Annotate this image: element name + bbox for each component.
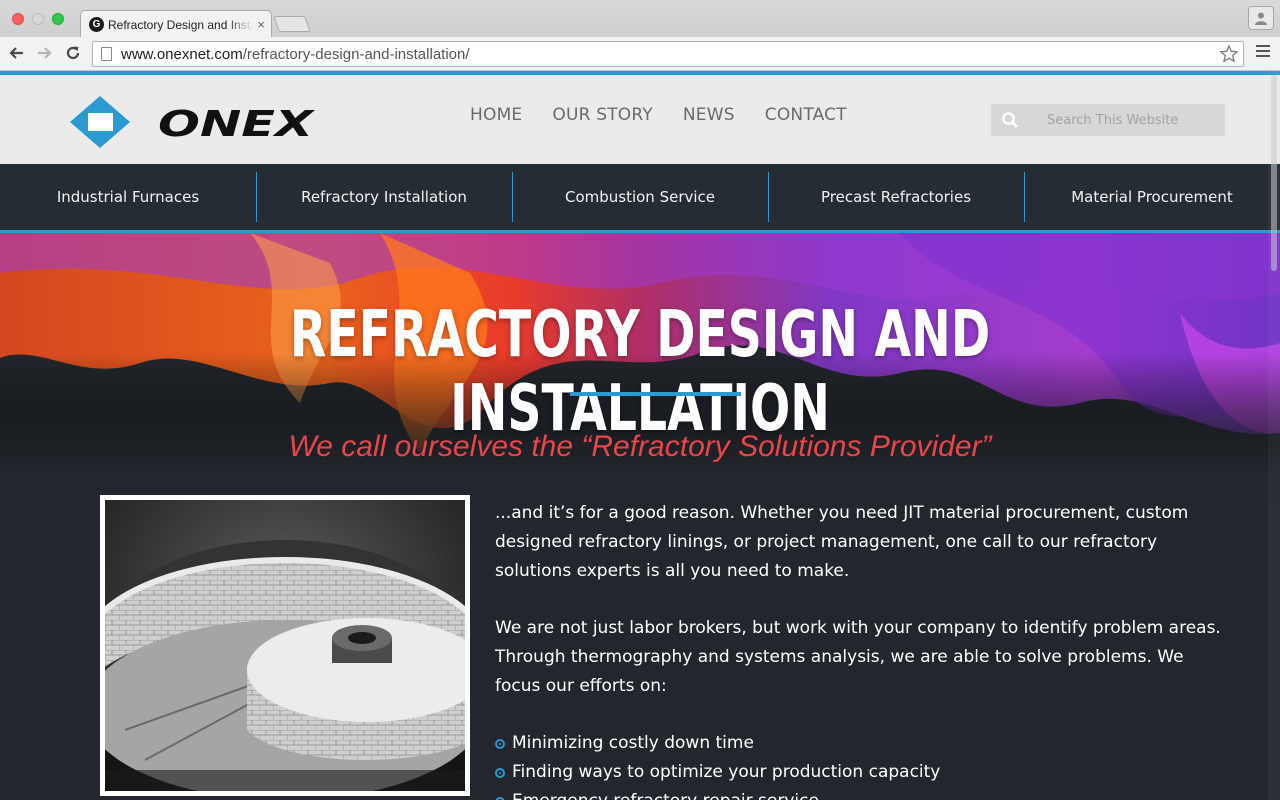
arrow-left-icon [9,47,23,59]
back-button[interactable] [6,42,28,64]
nav-contact[interactable]: CONTACT [765,105,847,125]
nav-our-story[interactable]: OUR STORY [552,105,653,125]
list-item: Finding ways to optimize your production… [495,758,1225,787]
url-host: www.onexnet.com [121,45,243,63]
browser-tab-strip: G Refractory Design and Installation × [0,0,1280,38]
approach-paragraph: We are not just labor brokers, but work … [495,618,1221,696]
bullet-icon [495,738,505,749]
service-combustion-service[interactable]: Combustion Service [512,164,768,230]
list-item-text: Finding ways to optimize your production… [512,762,941,782]
bullet-icon [495,767,505,778]
page-scrollbar[interactable] [1268,71,1280,800]
search-input[interactable] [1029,104,1219,136]
new-tab-button[interactable] [273,16,311,32]
window-zoom-button[interactable] [52,13,64,25]
svg-text:ONEX: ONEX [158,104,316,145]
site-search [991,104,1225,136]
service-refractory-installation[interactable]: Refractory Installation [256,164,512,230]
page-icon [101,47,112,61]
list-item-text: Minimizing costly down time [512,733,754,753]
list-item: Minimizing costly down time [495,729,1225,758]
site-favicon-icon: G [89,17,104,32]
arrow-right-icon [38,47,52,59]
tab-title: Refractory Design and Installation [108,17,253,32]
nav-home[interactable]: HOME [470,105,522,125]
intro-paragraph: ...and it’s for a good reason. Whether y… [495,503,1189,581]
search-icon[interactable] [991,111,1029,129]
web-page: ONEX HOME OUR STORY NEWS CONTACT Industr… [0,71,1280,800]
page-title: REFRACTORY DESIGN AND INSTALLATION [289,298,991,446]
main-nav: HOME OUR STORY NEWS CONTACT [470,105,847,125]
focus-list: Minimizing costly down time Finding ways… [495,729,1225,800]
forward-button[interactable] [33,42,55,64]
scrollbar-thumb[interactable] [1271,75,1277,271]
service-precast-refractories[interactable]: Precast Refractories [768,164,1024,230]
service-nav: Industrial Furnaces Refractory Installat… [0,164,1280,230]
hero-section: REFRACTORY DESIGN AND INSTALLATION We ca… [0,233,1280,800]
service-material-procurement[interactable]: Material Procurement [1024,164,1280,230]
site-header: ONEX HOME OUR STORY NEWS CONTACT [0,75,1280,164]
furnace-photo [105,500,465,791]
reload-button[interactable] [62,42,84,64]
bookmark-star-icon[interactable] [1219,44,1239,64]
reload-icon [66,46,80,60]
nav-news[interactable]: NEWS [683,105,735,125]
person-icon [1255,12,1267,25]
bullet-icon [495,796,505,800]
onex-logo[interactable]: ONEX [70,96,330,148]
browser-menu-icon[interactable] [1256,45,1270,60]
window-close-button[interactable] [12,13,24,25]
tab-close-icon[interactable]: × [257,17,265,32]
browser-toolbar: www.onexnet.com/refractory-design-and-in… [0,37,1280,71]
list-item-text: Emergency refractory repair service [512,787,819,800]
list-item: Emergency refractory repair service [495,787,1225,800]
title-underline [570,392,741,396]
service-industrial-furnaces[interactable]: Industrial Furnaces [0,164,256,230]
tagline: We call ourselves the “Refractory Soluti… [288,430,992,463]
url-text: www.onexnet.com/refractory-design-and-in… [121,46,470,63]
address-bar[interactable]: www.onexnet.com/refractory-design-and-in… [92,41,1244,67]
window-minimize-button[interactable] [32,13,44,25]
content-text: ...and it’s for a good reason. Whether y… [495,499,1225,800]
profile-button[interactable] [1248,6,1274,30]
browser-tab-active[interactable]: G Refractory Design and Installation × [80,10,272,38]
furnace-photo-frame [100,495,470,796]
url-path: /refractory-design-and-installation/ [242,45,470,63]
